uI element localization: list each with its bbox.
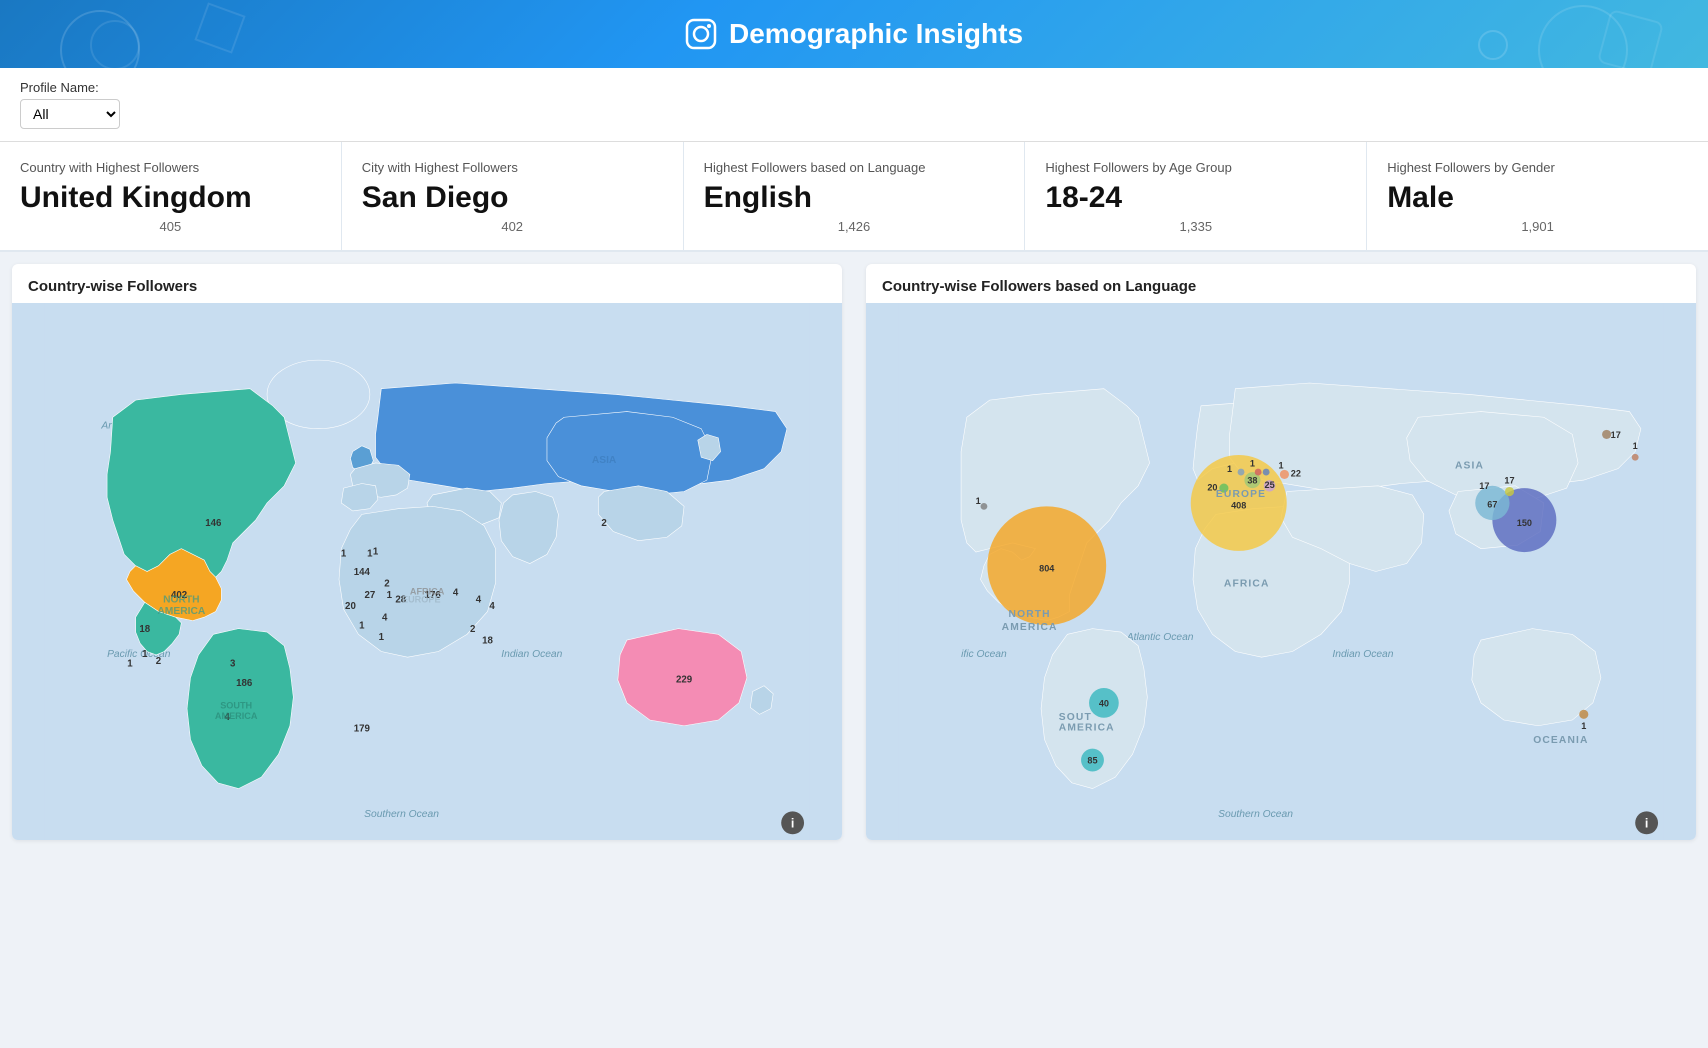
stat-count-country: 405 <box>20 219 321 234</box>
svg-text:ASIA: ASIA <box>1455 461 1484 472</box>
svg-text:Atlantic Ocean: Atlantic Ocean <box>1126 632 1194 643</box>
svg-text:OCEANIA: OCEANIA <box>1533 735 1588 746</box>
page-header: Demographic Insights <box>0 0 1708 68</box>
svg-text:229: 229 <box>676 674 693 685</box>
svg-text:AMERICA: AMERICA <box>1059 722 1115 733</box>
svg-text:i: i <box>791 816 795 830</box>
svg-text:85: 85 <box>1087 755 1097 765</box>
svg-text:2: 2 <box>384 578 390 589</box>
svg-text:40: 40 <box>1099 698 1109 708</box>
svg-text:2: 2 <box>470 624 476 635</box>
svg-text:150: 150 <box>1517 518 1532 528</box>
svg-text:1: 1 <box>387 590 393 601</box>
svg-text:179: 179 <box>354 723 371 734</box>
svg-text:1: 1 <box>1250 458 1255 468</box>
country-followers-title: Country-wise Followers <box>12 264 842 303</box>
svg-text:1: 1 <box>341 549 347 560</box>
page-title: Demographic Insights <box>0 18 1708 50</box>
svg-text:18: 18 <box>482 635 493 646</box>
stat-label-gender: Highest Followers by Gender <box>1387 160 1688 175</box>
svg-text:Southern Ocean: Southern Ocean <box>364 809 439 820</box>
svg-text:2: 2 <box>601 518 607 529</box>
language-followers-map: ific Ocean Atlantic Ocean Indian Ocean S… <box>866 303 1696 840</box>
svg-text:4: 4 <box>476 594 482 605</box>
stat-label-age: Highest Followers by Age Group <box>1045 160 1346 175</box>
svg-text:Southern Ocean: Southern Ocean <box>1218 809 1293 820</box>
svg-text:1: 1 <box>373 546 379 557</box>
svg-text:Indian Ocean: Indian Ocean <box>1332 649 1393 660</box>
svg-text:AMERICA: AMERICA <box>157 606 205 617</box>
stat-card-city: City with Highest Followers San Diego 40… <box>342 142 684 250</box>
svg-text:17: 17 <box>1479 481 1489 491</box>
svg-text:ASIA: ASIA <box>592 455 617 466</box>
stat-card-gender: Highest Followers by Gender Male 1,901 <box>1367 142 1708 250</box>
svg-text:38: 38 <box>1247 476 1257 486</box>
stat-value-language: English <box>704 181 1005 215</box>
svg-text:4: 4 <box>489 601 495 612</box>
svg-text:3: 3 <box>230 658 236 669</box>
svg-text:146: 146 <box>205 518 222 529</box>
country-followers-panel: Country-wise Followers Arctic Ocean Paci… <box>12 264 842 840</box>
svg-text:1: 1 <box>127 658 133 669</box>
language-followers-panel: Country-wise Followers based on Language… <box>866 264 1696 840</box>
country-map-svg: Arctic Ocean Pacific Ocean Atlantic Ocea… <box>12 303 842 840</box>
svg-text:AFRICA: AFRICA <box>1224 578 1270 589</box>
svg-text:AFRICA: AFRICA <box>410 586 445 596</box>
stat-count-age: 1,335 <box>1045 219 1346 234</box>
stat-label-city: City with Highest Followers <box>362 160 663 175</box>
svg-text:27: 27 <box>364 590 375 601</box>
country-followers-map: Arctic Ocean Pacific Ocean Atlantic Ocea… <box>12 303 842 840</box>
svg-text:1: 1 <box>1633 441 1638 451</box>
svg-text:20: 20 <box>345 601 356 612</box>
stat-count-language: 1,426 <box>704 219 1005 234</box>
svg-text:Indian Ocean: Indian Ocean <box>501 649 562 660</box>
stat-value-country: United Kingdom <box>20 181 321 215</box>
svg-text:AMERICA: AMERICA <box>1002 622 1058 633</box>
svg-text:1: 1 <box>1278 461 1283 471</box>
svg-text:22: 22 <box>1291 469 1301 479</box>
svg-text:NORTH: NORTH <box>1009 609 1051 620</box>
stat-count-gender: 1,901 <box>1387 219 1688 234</box>
svg-text:1: 1 <box>976 496 981 506</box>
svg-text:186: 186 <box>236 678 253 689</box>
profile-label: Profile Name: <box>20 80 1688 95</box>
controls-bar: Profile Name: All <box>0 68 1708 142</box>
profile-select[interactable]: All <box>20 99 120 129</box>
svg-text:1: 1 <box>1581 721 1586 731</box>
stat-label-country: Country with Highest Followers <box>20 160 321 175</box>
svg-text:1: 1 <box>359 621 365 632</box>
svg-text:AMERICA: AMERICA <box>215 711 258 721</box>
stat-value-city: San Diego <box>362 181 663 215</box>
svg-text:1: 1 <box>379 632 385 643</box>
svg-text:17: 17 <box>1504 476 1514 486</box>
svg-text:4: 4 <box>453 587 459 598</box>
stat-count-city: 402 <box>362 219 663 234</box>
instagram-icon <box>685 18 717 50</box>
svg-text:i: i <box>1645 816 1649 830</box>
maps-row: Country-wise Followers Arctic Ocean Paci… <box>0 252 1708 852</box>
stats-row: Country with Highest Followers United Ki… <box>0 142 1708 252</box>
stat-label-language: Highest Followers based on Language <box>704 160 1005 175</box>
svg-text:67: 67 <box>1487 500 1497 510</box>
svg-text:1: 1 <box>1227 464 1232 474</box>
svg-text:1: 1 <box>142 649 148 660</box>
svg-text:18: 18 <box>139 624 150 635</box>
stat-card-country: Country with Highest Followers United Ki… <box>0 142 342 250</box>
language-map-svg: ific Ocean Atlantic Ocean Indian Ocean S… <box>866 303 1696 840</box>
svg-text:17: 17 <box>1611 430 1621 440</box>
svg-text:408: 408 <box>1231 501 1246 511</box>
stat-card-age: Highest Followers by Age Group 18-24 1,3… <box>1025 142 1367 250</box>
stat-value-gender: Male <box>1387 181 1688 215</box>
svg-text:ific Ocean: ific Ocean <box>961 649 1007 660</box>
svg-text:EUROPE: EUROPE <box>1216 489 1266 500</box>
svg-text:SOUTH: SOUTH <box>220 701 252 711</box>
svg-text:144: 144 <box>354 567 371 578</box>
svg-text:804: 804 <box>1039 564 1055 574</box>
stat-value-age: 18-24 <box>1045 181 1346 215</box>
svg-text:2: 2 <box>156 656 162 667</box>
stat-card-language: Highest Followers based on Language Engl… <box>684 142 1026 250</box>
language-followers-title: Country-wise Followers based on Language <box>866 264 1696 303</box>
svg-text:NORTH: NORTH <box>163 594 200 605</box>
svg-text:4: 4 <box>382 613 388 624</box>
